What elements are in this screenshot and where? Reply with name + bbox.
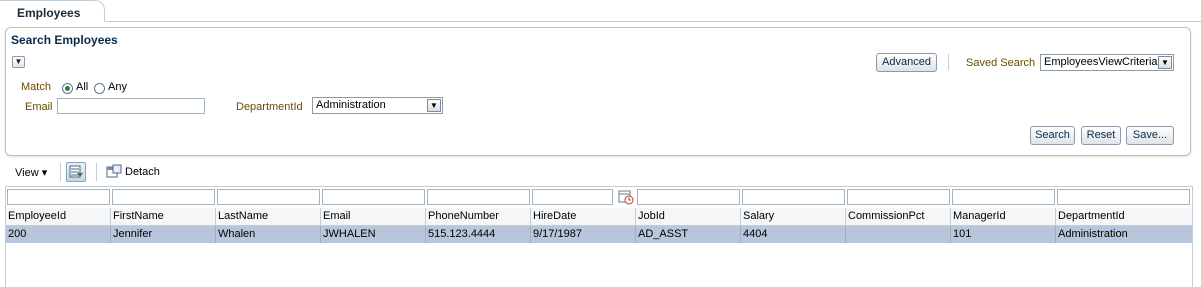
advanced-button[interactable]: Advanced — [876, 53, 937, 72]
column-header[interactable]: PhoneNumber — [426, 208, 531, 225]
dropdown-arrow-icon[interactable]: ▼ — [427, 99, 441, 112]
view-menu[interactable]: View ▾ — [15, 166, 47, 179]
email-field[interactable] — [57, 98, 205, 114]
saved-search-label: Saved Search — [966, 57, 1036, 69]
table-cell: Jennifer — [111, 226, 216, 243]
table-toolbar: View ▾ Detach — [0, 160, 1201, 184]
column-header[interactable]: EmployeeId — [6, 208, 111, 225]
table-cell: 4404 — [741, 226, 846, 243]
save-button[interactable]: Save... — [1126, 126, 1174, 145]
detach-icon[interactable] — [106, 164, 122, 180]
column-header[interactable]: Salary — [741, 208, 846, 225]
tab-employees-label: Employees — [17, 6, 81, 20]
column-header[interactable]: JobId — [636, 208, 741, 225]
table-cell: JWHALEN — [321, 226, 426, 243]
search-panel-title: Search Employees — [11, 33, 118, 47]
column-header[interactable]: FirstName — [111, 208, 216, 225]
column-header[interactable]: ManagerId — [951, 208, 1056, 225]
filter-hiredate[interactable] — [532, 189, 613, 205]
tab-employees[interactable]: Employees — [0, 0, 105, 22]
employees-table: EmployeeId FirstName LastName Email Phon… — [5, 186, 1193, 287]
filter-row — [6, 187, 1192, 207]
search-button[interactable]: Search — [1030, 126, 1075, 145]
filter-departmentid[interactable] — [1057, 189, 1190, 205]
table-cell: AD_ASST — [636, 226, 741, 243]
table-cell: Whalen — [216, 226, 321, 243]
match-label: Match — [21, 81, 51, 93]
email-label: Email — [25, 101, 53, 113]
tab-strip-divider — [106, 21, 1201, 22]
table-cell — [846, 226, 951, 243]
table-cell: 200 — [6, 226, 111, 243]
filter-employeeid[interactable] — [7, 189, 110, 205]
match-all-radio[interactable] — [62, 83, 73, 94]
filter-phonenumber[interactable] — [427, 189, 530, 205]
filter-managerid[interactable] — [952, 189, 1055, 205]
department-select-value: Administration — [316, 99, 386, 111]
match-any-radio[interactable] — [94, 83, 105, 94]
detach-label[interactable]: Detach — [125, 166, 160, 178]
department-select[interactable]: Administration ▼ — [312, 97, 443, 114]
match-any-label: Any — [108, 81, 127, 93]
column-header[interactable]: CommissionPct — [846, 208, 951, 225]
filter-jobid[interactable] — [637, 189, 740, 205]
column-header[interactable]: HireDate — [531, 208, 636, 225]
reset-button[interactable]: Reset — [1081, 126, 1121, 145]
column-header[interactable]: LastName — [216, 208, 321, 225]
table-row[interactable]: 200 Jennifer Whalen JWHALEN 515.123.4444… — [6, 226, 1192, 243]
table-cell: 101 — [951, 226, 1056, 243]
filter-email[interactable] — [322, 189, 425, 205]
toolbar-separator — [96, 163, 97, 181]
tab-strip: Employees — [0, 0, 1201, 22]
query-by-example-icon[interactable] — [66, 162, 86, 182]
table-cell: 9/17/1987 — [531, 226, 636, 243]
table-header-row: EmployeeId FirstName LastName Email Phon… — [6, 208, 1192, 226]
table-cell: 515.123.4444 — [426, 226, 531, 243]
match-all-label: All — [76, 81, 89, 93]
filter-lastname[interactable] — [217, 189, 320, 205]
calendar-icon[interactable] — [618, 189, 634, 205]
filter-salary[interactable] — [742, 189, 845, 205]
search-panel: Search Employees ▼ Match All Any Email D… — [5, 27, 1191, 156]
filter-commissionpct[interactable] — [847, 189, 950, 205]
table-cell: Administration — [1058, 228, 1128, 240]
toolbar-separator — [60, 163, 61, 181]
chevron-down-icon[interactable]: ▼ — [12, 56, 25, 68]
toolbar-separator — [948, 54, 949, 70]
column-header[interactable]: Email — [321, 208, 426, 225]
dropdown-arrow-icon[interactable]: ▼ — [1158, 56, 1172, 69]
saved-search-select[interactable]: EmployeesViewCriteria ▼ — [1040, 54, 1174, 71]
column-header[interactable]: DepartmentId — [1056, 208, 1192, 225]
filter-firstname[interactable] — [112, 189, 215, 205]
saved-search-value: EmployeesViewCriteria — [1044, 56, 1158, 68]
department-label: DepartmentId — [236, 101, 303, 113]
